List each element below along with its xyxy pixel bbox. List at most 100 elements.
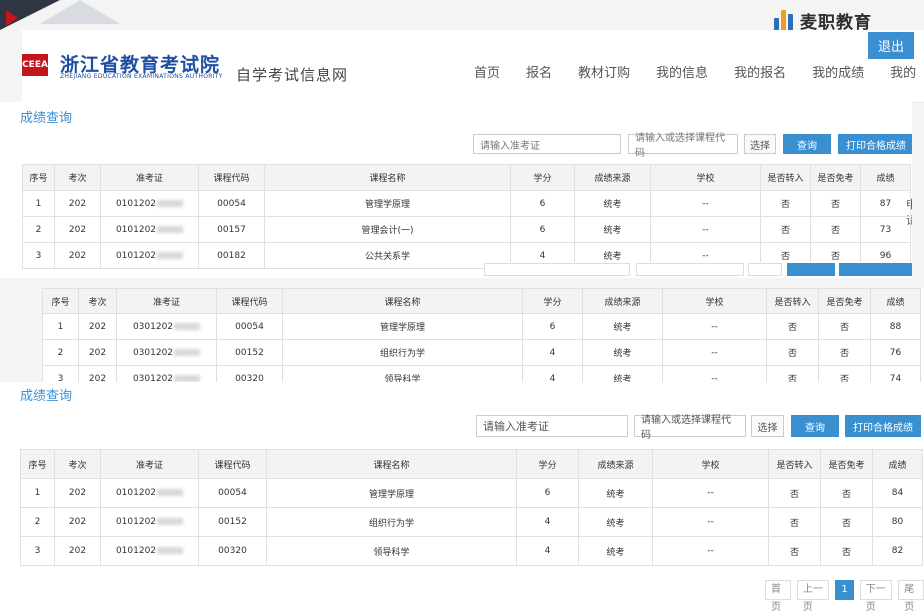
select-button[interactable]: 选择: [744, 134, 776, 154]
cell-no: 2: [22, 216, 55, 243]
cell-name: 组织行为学: [266, 507, 517, 537]
cell-ticket: 0101202: [100, 216, 199, 243]
cell-no: 2: [20, 507, 55, 537]
cell-code: 00054: [198, 190, 265, 217]
cell-session: 202: [54, 190, 101, 217]
corner-decoration: [40, 0, 120, 24]
cell-code: 00320: [198, 536, 267, 566]
column-header-ticket: 准考证: [100, 164, 199, 191]
cell-session: 202: [78, 339, 117, 366]
cell-exempt: 否: [818, 339, 871, 366]
cell-transfer: 否: [766, 365, 819, 382]
cell-credit: 6: [522, 313, 583, 340]
cell-code: 00320: [216, 365, 283, 382]
score-table-3: 序号 考次 准考证 课程代码 课程名称 学分 成绩来源 学校 是否转入 是否免考 成绩 1 202 01…: [20, 449, 923, 566]
column-header-name: 课程名称: [264, 164, 511, 191]
column-header-transfer: 是否转入: [766, 288, 819, 314]
column-header-source: 成绩来源: [578, 449, 653, 479]
cell-exempt: 否: [818, 365, 871, 382]
table-row: 1 202 0301202 00054 管理学原理 6 统考 -- 否否 88: [42, 313, 921, 340]
nav-my-info[interactable]: 我的信息: [656, 62, 708, 81]
site-name: 自学考试信息网: [236, 66, 349, 84]
pager-next[interactable]: 下一页: [859, 580, 893, 613]
column-header-score: 成绩: [872, 449, 923, 479]
pager-current[interactable]: 1: [835, 580, 854, 600]
pagination: 首页 上一页 1 下一页 尾页: [765, 580, 924, 613]
redacted-digits: [157, 518, 184, 525]
column-header-source: 成绩来源: [574, 164, 651, 191]
cell-name: 管理学原理: [266, 478, 517, 508]
pager-prev[interactable]: 上一页: [796, 580, 830, 613]
column-header-score: 成绩: [870, 288, 921, 314]
query-button[interactable]: 查询: [783, 134, 831, 154]
cell-source: 统考: [582, 365, 663, 382]
nav-register[interactable]: 报名: [526, 62, 552, 81]
column-header-no: 序号: [22, 164, 55, 191]
cell-source: 统考: [582, 313, 663, 340]
cell-exempt: 否: [820, 536, 873, 566]
nav-my-registration[interactable]: 我的报名: [734, 62, 786, 81]
cell-credit: 6: [510, 216, 575, 243]
cell-exempt: 否: [818, 313, 871, 340]
nav-home[interactable]: 首页: [474, 62, 500, 81]
column-header-ticket: 准考证: [116, 288, 217, 314]
cell-ticket: 0101202: [100, 190, 199, 217]
cell-school: --: [650, 216, 761, 243]
query-button-2[interactable]: 查询: [791, 415, 839, 437]
cell-school: --: [662, 313, 767, 340]
course-code-input[interactable]: 请输入或选择课程代码: [628, 133, 738, 159]
column-header-exempt: 是否免考: [820, 449, 873, 479]
cell-school: --: [652, 507, 769, 537]
table-row: 1 202 0101202 00054 管理学原理 6 统考 -- 否否 87: [22, 190, 911, 217]
course-code-input-2[interactable]: 请输入或选择课程代码: [634, 415, 746, 441]
pager-first[interactable]: 首页: [765, 580, 791, 613]
cell-school: --: [662, 339, 767, 366]
nav-textbook[interactable]: 教材订购: [578, 62, 630, 81]
column-header-transfer: 是否转入: [768, 449, 821, 479]
score-table-1: 序号 考次 准考证 课程代码 课程名称 学分 成绩来源 学校 是否转入 是否免考 成绩 1 202 01…: [22, 164, 911, 269]
print-button-2[interactable]: 打印合格成绩: [845, 415, 921, 437]
table-row: 2 202 0301202 00152 组织行为学 4 统考 -- 否否 76: [42, 339, 921, 366]
column-header-name: 课程名称: [282, 288, 523, 314]
cell-score: 74: [870, 365, 921, 382]
cell-school: --: [662, 365, 767, 382]
cell-no: 1: [22, 190, 55, 217]
cell-credit: 4: [522, 339, 583, 366]
cell-code: 00152: [198, 507, 267, 537]
cell-name: 领导科学: [282, 365, 523, 382]
select-button-2[interactable]: 选择: [751, 415, 784, 437]
cell-transfer: 否: [766, 339, 819, 366]
column-header-exempt: 是否免考: [818, 288, 871, 314]
cell-credit: 4: [516, 507, 579, 537]
cell-no: 3: [20, 536, 55, 566]
exam-ticket-input[interactable]: 请输入准考证: [473, 134, 621, 154]
redacted-digits: [157, 547, 184, 554]
redacted-digits: [157, 251, 184, 259]
nav-my-more[interactable]: 我的: [890, 62, 916, 81]
logout-button[interactable]: 退出: [867, 32, 914, 59]
cell-code: 00157: [198, 216, 265, 243]
brand-logo-icon: [774, 9, 794, 32]
exam-ticket-input-2[interactable]: 请输入准考证: [476, 415, 628, 437]
cell-credit: 4: [522, 365, 583, 382]
cell-session: 202: [54, 216, 101, 243]
column-header-session: 考次: [54, 164, 101, 191]
nav-my-scores[interactable]: 我的成绩: [812, 62, 864, 81]
cell-source: 统考: [578, 507, 653, 537]
column-header-name: 课程名称: [266, 449, 517, 479]
cell-session: 202: [54, 536, 101, 566]
cell-school: --: [652, 536, 769, 566]
cell-name: 管理会计(一): [264, 216, 511, 243]
column-header-school: 学校: [650, 164, 761, 191]
table-row: 2 202 0101202 00157 管理会计(一) 6 统考 -- 否否 73: [22, 216, 911, 243]
cell-source: 统考: [578, 478, 653, 508]
cell-code: 00152: [216, 339, 283, 366]
print-button[interactable]: 打印合格成绩: [838, 134, 912, 154]
table-row: 3 202 0301202 00320 领导科学 4 统考 -- 否否 74: [42, 365, 921, 382]
score-panel-1: 成绩查询 请输入准考证 请输入或选择课程代码 选择 查询 打印合格成绩 申请 序…: [0, 102, 912, 278]
column-header-exempt: 是否免考: [810, 164, 861, 191]
pager-last[interactable]: 尾页: [898, 580, 924, 613]
cell-no: 3: [42, 365, 79, 382]
redacted-digits: [174, 374, 201, 382]
cell-score: 76: [870, 339, 921, 366]
